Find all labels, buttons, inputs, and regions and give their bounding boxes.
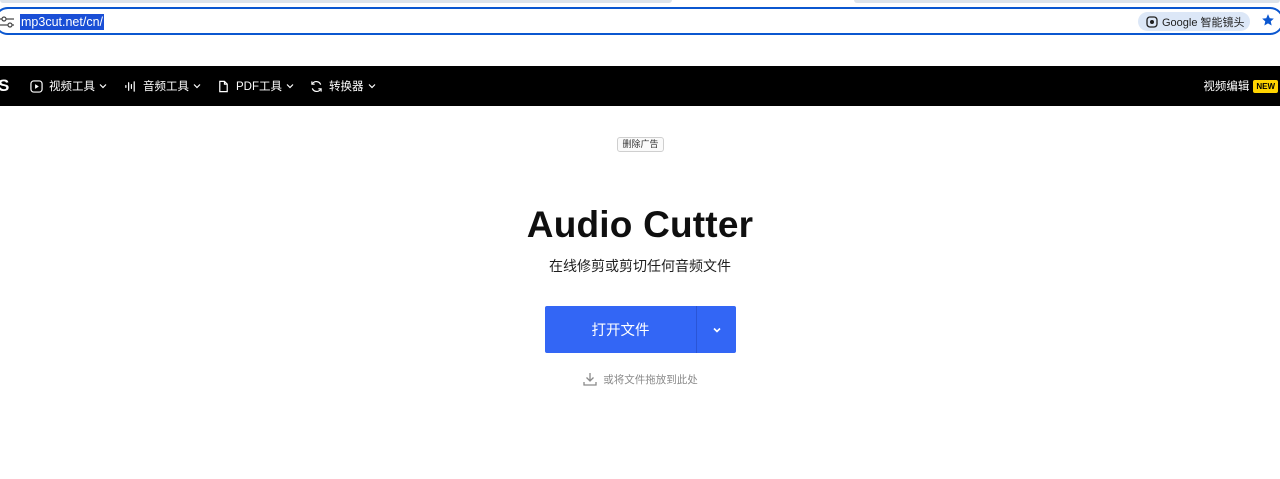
nav-video-editor[interactable]: 视频编辑 NEW (1203, 78, 1278, 94)
tab-inactive[interactable] (854, 0, 1280, 3)
chevron-down-icon (286, 82, 294, 90)
open-file-button[interactable]: 打开文件 (545, 306, 696, 353)
new-badge: NEW (1253, 79, 1278, 93)
page-subtitle: 在线修剪或剪切任何音频文件 (549, 258, 731, 274)
chevron-down-icon (99, 82, 107, 90)
nav-pdf-tools-label: PDF工具 (236, 81, 282, 93)
drop-hint-text: 或将文件拖放到此处 (603, 373, 698, 386)
site-settings-icon[interactable] (0, 15, 14, 28)
site-nav: S 视频工具 音频工具 PDF工具 转换器 视频编辑 NEW (0, 66, 1280, 106)
nav-audio-tools[interactable]: 音频工具 (123, 78, 201, 94)
page-title: Audio Cutter (526, 204, 754, 245)
lens-label: Google 智能镜头 (1162, 16, 1245, 29)
nav-video-editor-label: 视频编辑 (1203, 81, 1250, 93)
address-bar[interactable]: mp3cut.net/cn/ Google 智能镜头 (0, 7, 1280, 35)
remove-ads-button[interactable]: 删除广告 (617, 137, 664, 152)
google-lens-button[interactable]: Google 智能镜头 (1138, 12, 1250, 31)
nav-video-tools[interactable]: 视频工具 (29, 78, 107, 94)
open-file-dropdown-button[interactable] (697, 306, 736, 353)
url-text[interactable]: mp3cut.net/cn/ (20, 14, 104, 30)
bookmark-star-icon[interactable] (1260, 13, 1276, 29)
play-square-icon (29, 79, 43, 93)
waveform-icon (123, 79, 137, 93)
nav-pdf-tools[interactable]: PDF工具 (216, 78, 294, 94)
chevron-down-icon (368, 82, 376, 90)
lens-icon (1146, 15, 1158, 28)
download-icon (582, 371, 598, 387)
convert-icon (309, 79, 323, 93)
tab-strip (0, 0, 1280, 4)
drop-zone-hint: 或将文件拖放到此处 (0, 371, 1280, 387)
nav-converter-label: 转换器 (329, 81, 364, 93)
nav-audio-tools-label: 音频工具 (143, 81, 189, 93)
logo[interactable]: S (0, 76, 9, 96)
nav-video-tools-label: 视频工具 (49, 81, 95, 93)
tab-active[interactable] (0, 0, 672, 3)
document-icon (216, 79, 230, 93)
chevron-down-icon (712, 327, 721, 333)
chevron-down-icon (193, 82, 201, 90)
nav-converter[interactable]: 转换器 (309, 78, 376, 94)
open-file-group: 打开文件 (545, 306, 736, 353)
